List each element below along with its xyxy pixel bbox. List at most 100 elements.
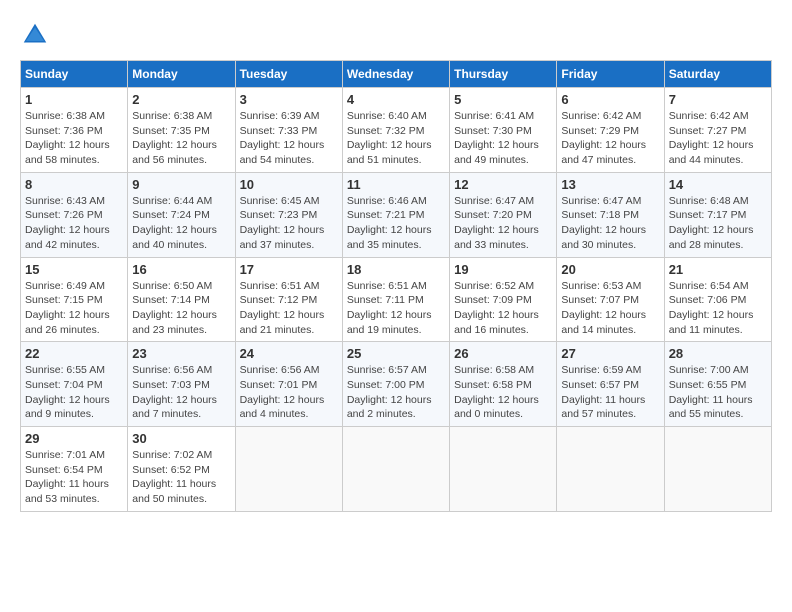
day-number: 12	[454, 177, 552, 192]
day-info: Sunrise: 6:41 AM Sunset: 7:30 PM Dayligh…	[454, 109, 552, 168]
day-number: 21	[669, 262, 767, 277]
day-info: Sunrise: 6:45 AM Sunset: 7:23 PM Dayligh…	[240, 194, 338, 253]
page-header	[20, 20, 772, 50]
calendar-day-cell	[664, 427, 771, 512]
calendar-header-row: SundayMondayTuesdayWednesdayThursdayFrid…	[21, 61, 772, 88]
day-info: Sunrise: 6:38 AM Sunset: 7:36 PM Dayligh…	[25, 109, 123, 168]
day-info: Sunrise: 6:44 AM Sunset: 7:24 PM Dayligh…	[132, 194, 230, 253]
day-number: 8	[25, 177, 123, 192]
calendar-table: SundayMondayTuesdayWednesdayThursdayFrid…	[20, 60, 772, 512]
day-info: Sunrise: 7:01 AM Sunset: 6:54 PM Dayligh…	[25, 448, 123, 507]
calendar-week-row: 29 Sunrise: 7:01 AM Sunset: 6:54 PM Dayl…	[21, 427, 772, 512]
day-number: 18	[347, 262, 445, 277]
calendar-day-cell: 14 Sunrise: 6:48 AM Sunset: 7:17 PM Dayl…	[664, 172, 771, 257]
day-info: Sunrise: 6:53 AM Sunset: 7:07 PM Dayligh…	[561, 279, 659, 338]
day-info: Sunrise: 6:59 AM Sunset: 6:57 PM Dayligh…	[561, 363, 659, 422]
calendar-day-cell: 29 Sunrise: 7:01 AM Sunset: 6:54 PM Dayl…	[21, 427, 128, 512]
weekday-header: Monday	[128, 61, 235, 88]
day-number: 11	[347, 177, 445, 192]
day-info: Sunrise: 6:54 AM Sunset: 7:06 PM Dayligh…	[669, 279, 767, 338]
day-info: Sunrise: 6:56 AM Sunset: 7:01 PM Dayligh…	[240, 363, 338, 422]
day-info: Sunrise: 7:02 AM Sunset: 6:52 PM Dayligh…	[132, 448, 230, 507]
day-info: Sunrise: 6:40 AM Sunset: 7:32 PM Dayligh…	[347, 109, 445, 168]
day-number: 3	[240, 92, 338, 107]
day-info: Sunrise: 6:49 AM Sunset: 7:15 PM Dayligh…	[25, 279, 123, 338]
calendar-day-cell: 20 Sunrise: 6:53 AM Sunset: 7:07 PM Dayl…	[557, 257, 664, 342]
day-number: 9	[132, 177, 230, 192]
day-info: Sunrise: 6:51 AM Sunset: 7:12 PM Dayligh…	[240, 279, 338, 338]
calendar-day-cell: 1 Sunrise: 6:38 AM Sunset: 7:36 PM Dayli…	[21, 88, 128, 173]
day-info: Sunrise: 6:48 AM Sunset: 7:17 PM Dayligh…	[669, 194, 767, 253]
day-number: 16	[132, 262, 230, 277]
day-info: Sunrise: 6:38 AM Sunset: 7:35 PM Dayligh…	[132, 109, 230, 168]
calendar-day-cell: 17 Sunrise: 6:51 AM Sunset: 7:12 PM Dayl…	[235, 257, 342, 342]
day-number: 14	[669, 177, 767, 192]
calendar-day-cell: 27 Sunrise: 6:59 AM Sunset: 6:57 PM Dayl…	[557, 342, 664, 427]
weekday-header: Sunday	[21, 61, 128, 88]
calendar-day-cell: 22 Sunrise: 6:55 AM Sunset: 7:04 PM Dayl…	[21, 342, 128, 427]
day-number: 29	[25, 431, 123, 446]
day-number: 5	[454, 92, 552, 107]
day-number: 19	[454, 262, 552, 277]
calendar-day-cell: 18 Sunrise: 6:51 AM Sunset: 7:11 PM Dayl…	[342, 257, 449, 342]
calendar-day-cell: 15 Sunrise: 6:49 AM Sunset: 7:15 PM Dayl…	[21, 257, 128, 342]
calendar-day-cell: 11 Sunrise: 6:46 AM Sunset: 7:21 PM Dayl…	[342, 172, 449, 257]
day-info: Sunrise: 6:57 AM Sunset: 7:00 PM Dayligh…	[347, 363, 445, 422]
calendar-day-cell: 8 Sunrise: 6:43 AM Sunset: 7:26 PM Dayli…	[21, 172, 128, 257]
day-number: 23	[132, 346, 230, 361]
calendar-day-cell: 5 Sunrise: 6:41 AM Sunset: 7:30 PM Dayli…	[450, 88, 557, 173]
calendar-day-cell: 10 Sunrise: 6:45 AM Sunset: 7:23 PM Dayl…	[235, 172, 342, 257]
calendar-day-cell: 21 Sunrise: 6:54 AM Sunset: 7:06 PM Dayl…	[664, 257, 771, 342]
day-number: 27	[561, 346, 659, 361]
day-number: 6	[561, 92, 659, 107]
day-info: Sunrise: 6:42 AM Sunset: 7:29 PM Dayligh…	[561, 109, 659, 168]
calendar-day-cell: 26 Sunrise: 6:58 AM Sunset: 6:58 PM Dayl…	[450, 342, 557, 427]
day-info: Sunrise: 6:47 AM Sunset: 7:20 PM Dayligh…	[454, 194, 552, 253]
weekday-header: Tuesday	[235, 61, 342, 88]
day-info: Sunrise: 6:56 AM Sunset: 7:03 PM Dayligh…	[132, 363, 230, 422]
day-info: Sunrise: 6:43 AM Sunset: 7:26 PM Dayligh…	[25, 194, 123, 253]
calendar-day-cell: 7 Sunrise: 6:42 AM Sunset: 7:27 PM Dayli…	[664, 88, 771, 173]
calendar-week-row: 8 Sunrise: 6:43 AM Sunset: 7:26 PM Dayli…	[21, 172, 772, 257]
day-number: 24	[240, 346, 338, 361]
day-number: 20	[561, 262, 659, 277]
day-number: 10	[240, 177, 338, 192]
day-number: 7	[669, 92, 767, 107]
day-info: Sunrise: 6:50 AM Sunset: 7:14 PM Dayligh…	[132, 279, 230, 338]
calendar-week-row: 22 Sunrise: 6:55 AM Sunset: 7:04 PM Dayl…	[21, 342, 772, 427]
calendar-day-cell: 12 Sunrise: 6:47 AM Sunset: 7:20 PM Dayl…	[450, 172, 557, 257]
day-number: 13	[561, 177, 659, 192]
day-number: 25	[347, 346, 445, 361]
day-info: Sunrise: 6:52 AM Sunset: 7:09 PM Dayligh…	[454, 279, 552, 338]
logo	[20, 20, 56, 50]
calendar-day-cell: 16 Sunrise: 6:50 AM Sunset: 7:14 PM Dayl…	[128, 257, 235, 342]
calendar-day-cell: 4 Sunrise: 6:40 AM Sunset: 7:32 PM Dayli…	[342, 88, 449, 173]
calendar-day-cell: 30 Sunrise: 7:02 AM Sunset: 6:52 PM Dayl…	[128, 427, 235, 512]
calendar-day-cell: 9 Sunrise: 6:44 AM Sunset: 7:24 PM Dayli…	[128, 172, 235, 257]
calendar-day-cell: 3 Sunrise: 6:39 AM Sunset: 7:33 PM Dayli…	[235, 88, 342, 173]
calendar-day-cell: 24 Sunrise: 6:56 AM Sunset: 7:01 PM Dayl…	[235, 342, 342, 427]
day-info: Sunrise: 6:47 AM Sunset: 7:18 PM Dayligh…	[561, 194, 659, 253]
day-number: 15	[25, 262, 123, 277]
day-number: 26	[454, 346, 552, 361]
day-number: 28	[669, 346, 767, 361]
calendar-week-row: 15 Sunrise: 6:49 AM Sunset: 7:15 PM Dayl…	[21, 257, 772, 342]
calendar-day-cell: 28 Sunrise: 7:00 AM Sunset: 6:55 PM Dayl…	[664, 342, 771, 427]
calendar-day-cell	[342, 427, 449, 512]
day-number: 22	[25, 346, 123, 361]
day-info: Sunrise: 7:00 AM Sunset: 6:55 PM Dayligh…	[669, 363, 767, 422]
weekday-header: Wednesday	[342, 61, 449, 88]
weekday-header: Saturday	[664, 61, 771, 88]
calendar-day-cell	[235, 427, 342, 512]
calendar-day-cell: 13 Sunrise: 6:47 AM Sunset: 7:18 PM Dayl…	[557, 172, 664, 257]
day-info: Sunrise: 6:55 AM Sunset: 7:04 PM Dayligh…	[25, 363, 123, 422]
day-number: 30	[132, 431, 230, 446]
calendar-day-cell	[557, 427, 664, 512]
calendar-day-cell	[450, 427, 557, 512]
calendar-week-row: 1 Sunrise: 6:38 AM Sunset: 7:36 PM Dayli…	[21, 88, 772, 173]
day-info: Sunrise: 6:42 AM Sunset: 7:27 PM Dayligh…	[669, 109, 767, 168]
day-number: 2	[132, 92, 230, 107]
weekday-header: Thursday	[450, 61, 557, 88]
calendar-day-cell: 23 Sunrise: 6:56 AM Sunset: 7:03 PM Dayl…	[128, 342, 235, 427]
logo-icon	[20, 20, 50, 50]
